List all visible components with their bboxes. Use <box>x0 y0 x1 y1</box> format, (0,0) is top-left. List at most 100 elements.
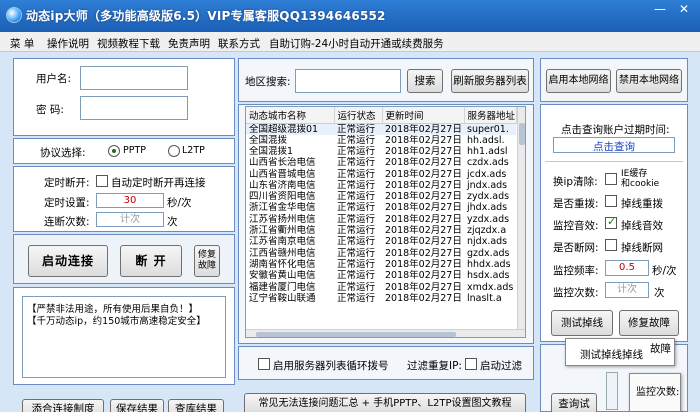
interval-input[interactable]: 30 <box>96 193 164 208</box>
table-row[interactable]: 四川省资阳电信 正常运行 2018年02月27日 zydx.ads <box>246 191 516 202</box>
enable-local-network-button[interactable]: 启用本地网络 <box>546 69 611 93</box>
cell-status: 正常运行 <box>337 168 376 180</box>
disconnect-count-input[interactable]: 计次 <box>96 212 164 227</box>
monitor-frequency-input[interactable]: 0.5 <box>605 260 649 276</box>
pptp-label: PPTP <box>123 145 146 156</box>
cell-status: 正常运行 <box>337 145 376 157</box>
cell-update-time: 2018年02月27日 <box>385 179 462 191</box>
cell-city: 山东省济南电信 <box>249 179 316 191</box>
cell-status: 正常运行 <box>337 258 376 270</box>
clear-cache-label: IE缓存 和cookie <box>621 169 659 189</box>
cell-update-time: 2018年02月27日 <box>385 168 462 180</box>
cell-city: 全国混拨 <box>249 134 288 146</box>
table-row[interactable]: 湖南省怀化电信 正常运行 2018年02月27日 hhdx.ads <box>246 259 516 270</box>
disconnect-button[interactable]: 断 开 <box>120 245 182 277</box>
sound-checkbox[interactable] <box>605 215 617 229</box>
monitor-count-input[interactable]: 计次 <box>605 282 649 298</box>
repair-small-button[interactable]: 修复 故障 <box>194 245 220 277</box>
expiry-query-link[interactable]: 点击查询 <box>554 139 674 154</box>
table-row[interactable]: 全国混拨1 正常运行 2018年02月27日 hh1.adsl <box>246 146 516 157</box>
table-row[interactable]: 江苏省扬州电信 正常运行 2018年02月27日 yzdx.ads <box>246 214 516 225</box>
refresh-server-list-button[interactable]: 刷新服务器列表 <box>451 69 529 93</box>
cell-address: zjqzdx.a <box>467 225 507 237</box>
username-input[interactable] <box>80 66 188 90</box>
menu-item-self-order[interactable]: 自助订购-24小时自动开通或续费服务 <box>269 36 444 51</box>
minimize-button[interactable]: — <box>648 1 672 19</box>
cell-status: 正常运行 <box>337 202 376 214</box>
query-expiry-button[interactable]: 查询试 <box>551 393 597 412</box>
cell-city: 全国混拨1 <box>249 145 294 157</box>
save-result-button[interactable]: 保存结果 <box>110 399 164 412</box>
local-network-panel: 启用本地网络 禁用本地网络 <box>540 58 688 102</box>
cell-update-time: 2018年02月27日 <box>385 157 462 169</box>
search-input[interactable] <box>295 69 401 93</box>
server-table: 动态城市名称 运行状态 更新时间 服务器地址 全国超级混拨01 正常运行 2018年… <box>246 107 517 304</box>
menu-item-disclaimer[interactable]: 免责声明 <box>168 36 210 51</box>
expiry-query-label: 点击查询账户过期时间: <box>561 124 670 136</box>
auto-reconnect-label: 自动定时断开再连接 <box>111 177 206 189</box>
table-row[interactable]: 福建省厦门电信 正常运行 2018年02月27日 xmdx.ads <box>246 281 516 293</box>
column-header-city[interactable]: 动态城市名称 <box>246 107 335 124</box>
server-list: 动态城市名称 运行状态 更新时间 服务器地址 全国超级混拨01 正常运行 2018年… <box>245 106 526 338</box>
menu-item-video-download[interactable]: 视频教程下载 <box>97 36 160 51</box>
expiry-link-box: 点击查询 <box>553 137 675 153</box>
cell-address: jhdx.ads <box>467 202 508 214</box>
disable-local-network-button[interactable]: 禁用本地网络 <box>616 69 682 93</box>
table-row[interactable]: 安徽省黄山电信 正常运行 2018年02月27日 hsdx.ads <box>246 270 516 281</box>
cell-city: 全国超级混拨01 <box>246 123 334 135</box>
faq-tutorial-button[interactable]: 常见无法连接问题汇总 + 手机PPTP、L2TP设置图文教程 <box>244 393 526 412</box>
menu-item-contact[interactable]: 联系方式 <box>218 36 260 51</box>
server-table-header: 动态城市名称 运行状态 更新时间 服务器地址 <box>246 107 517 124</box>
column-header-status[interactable]: 运行状态 <box>334 107 383 124</box>
clear-cache-checkbox[interactable] <box>605 173 617 185</box>
options-bar: 启用服务器列表循环拨号 过滤重复IP: 启动过滤 <box>238 346 534 380</box>
server-list-vscrollbar[interactable] <box>517 107 525 329</box>
auto-reconnect-checkbox[interactable] <box>96 175 108 187</box>
repair-small-line2: 故障 <box>197 261 216 271</box>
table-row[interactable]: 全国超级混拨01 正常运行 2018年02月27日 super01. <box>246 123 516 135</box>
menu-bar: 菜 单 操作说明 视频教程下载 免责声明 联系方式 自助订购-24小时自动开通或… <box>0 32 700 52</box>
l2tp-radio[interactable] <box>168 145 180 157</box>
cell-status: 正常运行 <box>337 134 376 146</box>
search-button[interactable]: 搜索 <box>407 69 443 93</box>
server-list-hscrollbar[interactable] <box>246 329 525 337</box>
pptp-radio[interactable] <box>108 145 120 157</box>
cell-update-time: 2018年02月27日 <box>385 258 462 270</box>
table-row[interactable]: 全国混拨 正常运行 2018年02月27日 hh.adsl. <box>246 135 516 146</box>
monitor-count-ghost: 监控次数: <box>629 373 681 412</box>
table-row[interactable]: 江西省赣州电信 正常运行 2018年02月27日 gzdx.ads <box>246 247 516 259</box>
query-result-button[interactable]: 查库结果 <box>168 399 224 412</box>
password-input[interactable] <box>80 96 188 120</box>
menu-item-menu[interactable]: 菜 单 <box>10 36 34 51</box>
table-row[interactable]: 山东省济南电信 正常运行 2018年02月27日 jndx.ads <box>246 180 516 191</box>
cell-city: 福建省厦门电信 <box>249 281 316 293</box>
bottom-button-1[interactable]: 添合连接制度 <box>22 399 104 412</box>
table-row[interactable]: 浙江省金华电信 正常运行 2018年02月27日 jhdx.ads <box>246 202 516 213</box>
table-row[interactable]: 江苏省南京电信 正常运行 2018年02月27日 njdx.ads <box>246 236 516 247</box>
cell-city: 辽宁省鞍山联通 <box>249 292 316 304</box>
username-label: 用户名: <box>36 73 72 85</box>
column-header-server-address[interactable]: 服务器地址 <box>464 107 517 124</box>
cell-address: hsdx.ads <box>467 270 510 282</box>
table-row[interactable]: 山西省长治电信 正常运行 2018年02月27日 czdx.ads <box>246 157 516 168</box>
server-list-vscroll-thumb[interactable] <box>519 123 525 145</box>
redial-checkbox[interactable] <box>605 195 617 207</box>
table-row[interactable]: 辽宁省鞍山联通 正常运行 2018年02月27日 lnaslt.a <box>246 293 516 304</box>
repair-small-line1: 修复 <box>197 250 216 260</box>
table-row[interactable]: 山西省晋城电信 正常运行 2018年02月27日 jcdx.ads <box>246 168 516 180</box>
cut-network-option-label: 掉线断网 <box>621 242 663 254</box>
start-connect-button[interactable]: 启动连接 <box>28 245 108 277</box>
cell-city: 四川省资阳电信 <box>249 191 316 203</box>
table-row[interactable]: 浙江省衢州电信 正常运行 2018年02月27日 zjqzdx.a <box>246 225 516 236</box>
close-button[interactable]: ✕ <box>672 1 696 19</box>
menu-item-instructions[interactable]: 操作说明 <box>47 36 89 51</box>
cell-update-time: 2018年02月27日 <box>385 292 462 304</box>
server-list-panel: 动态城市名称 运行状态 更新时间 服务器地址 全国超级混拨01 正常运行 2018年… <box>238 104 534 344</box>
auto-filter-checkbox[interactable] <box>465 358 477 370</box>
cut-network-checkbox[interactable] <box>605 239 617 251</box>
test-drop-button[interactable]: 测试掉线 <box>551 310 613 336</box>
repair-fault-button[interactable]: 修复故障 <box>619 310 679 336</box>
loop-dial-checkbox[interactable] <box>258 358 270 370</box>
column-header-update-time[interactable]: 更新时间 <box>382 107 465 124</box>
server-list-hscroll-thumb[interactable] <box>256 332 456 337</box>
